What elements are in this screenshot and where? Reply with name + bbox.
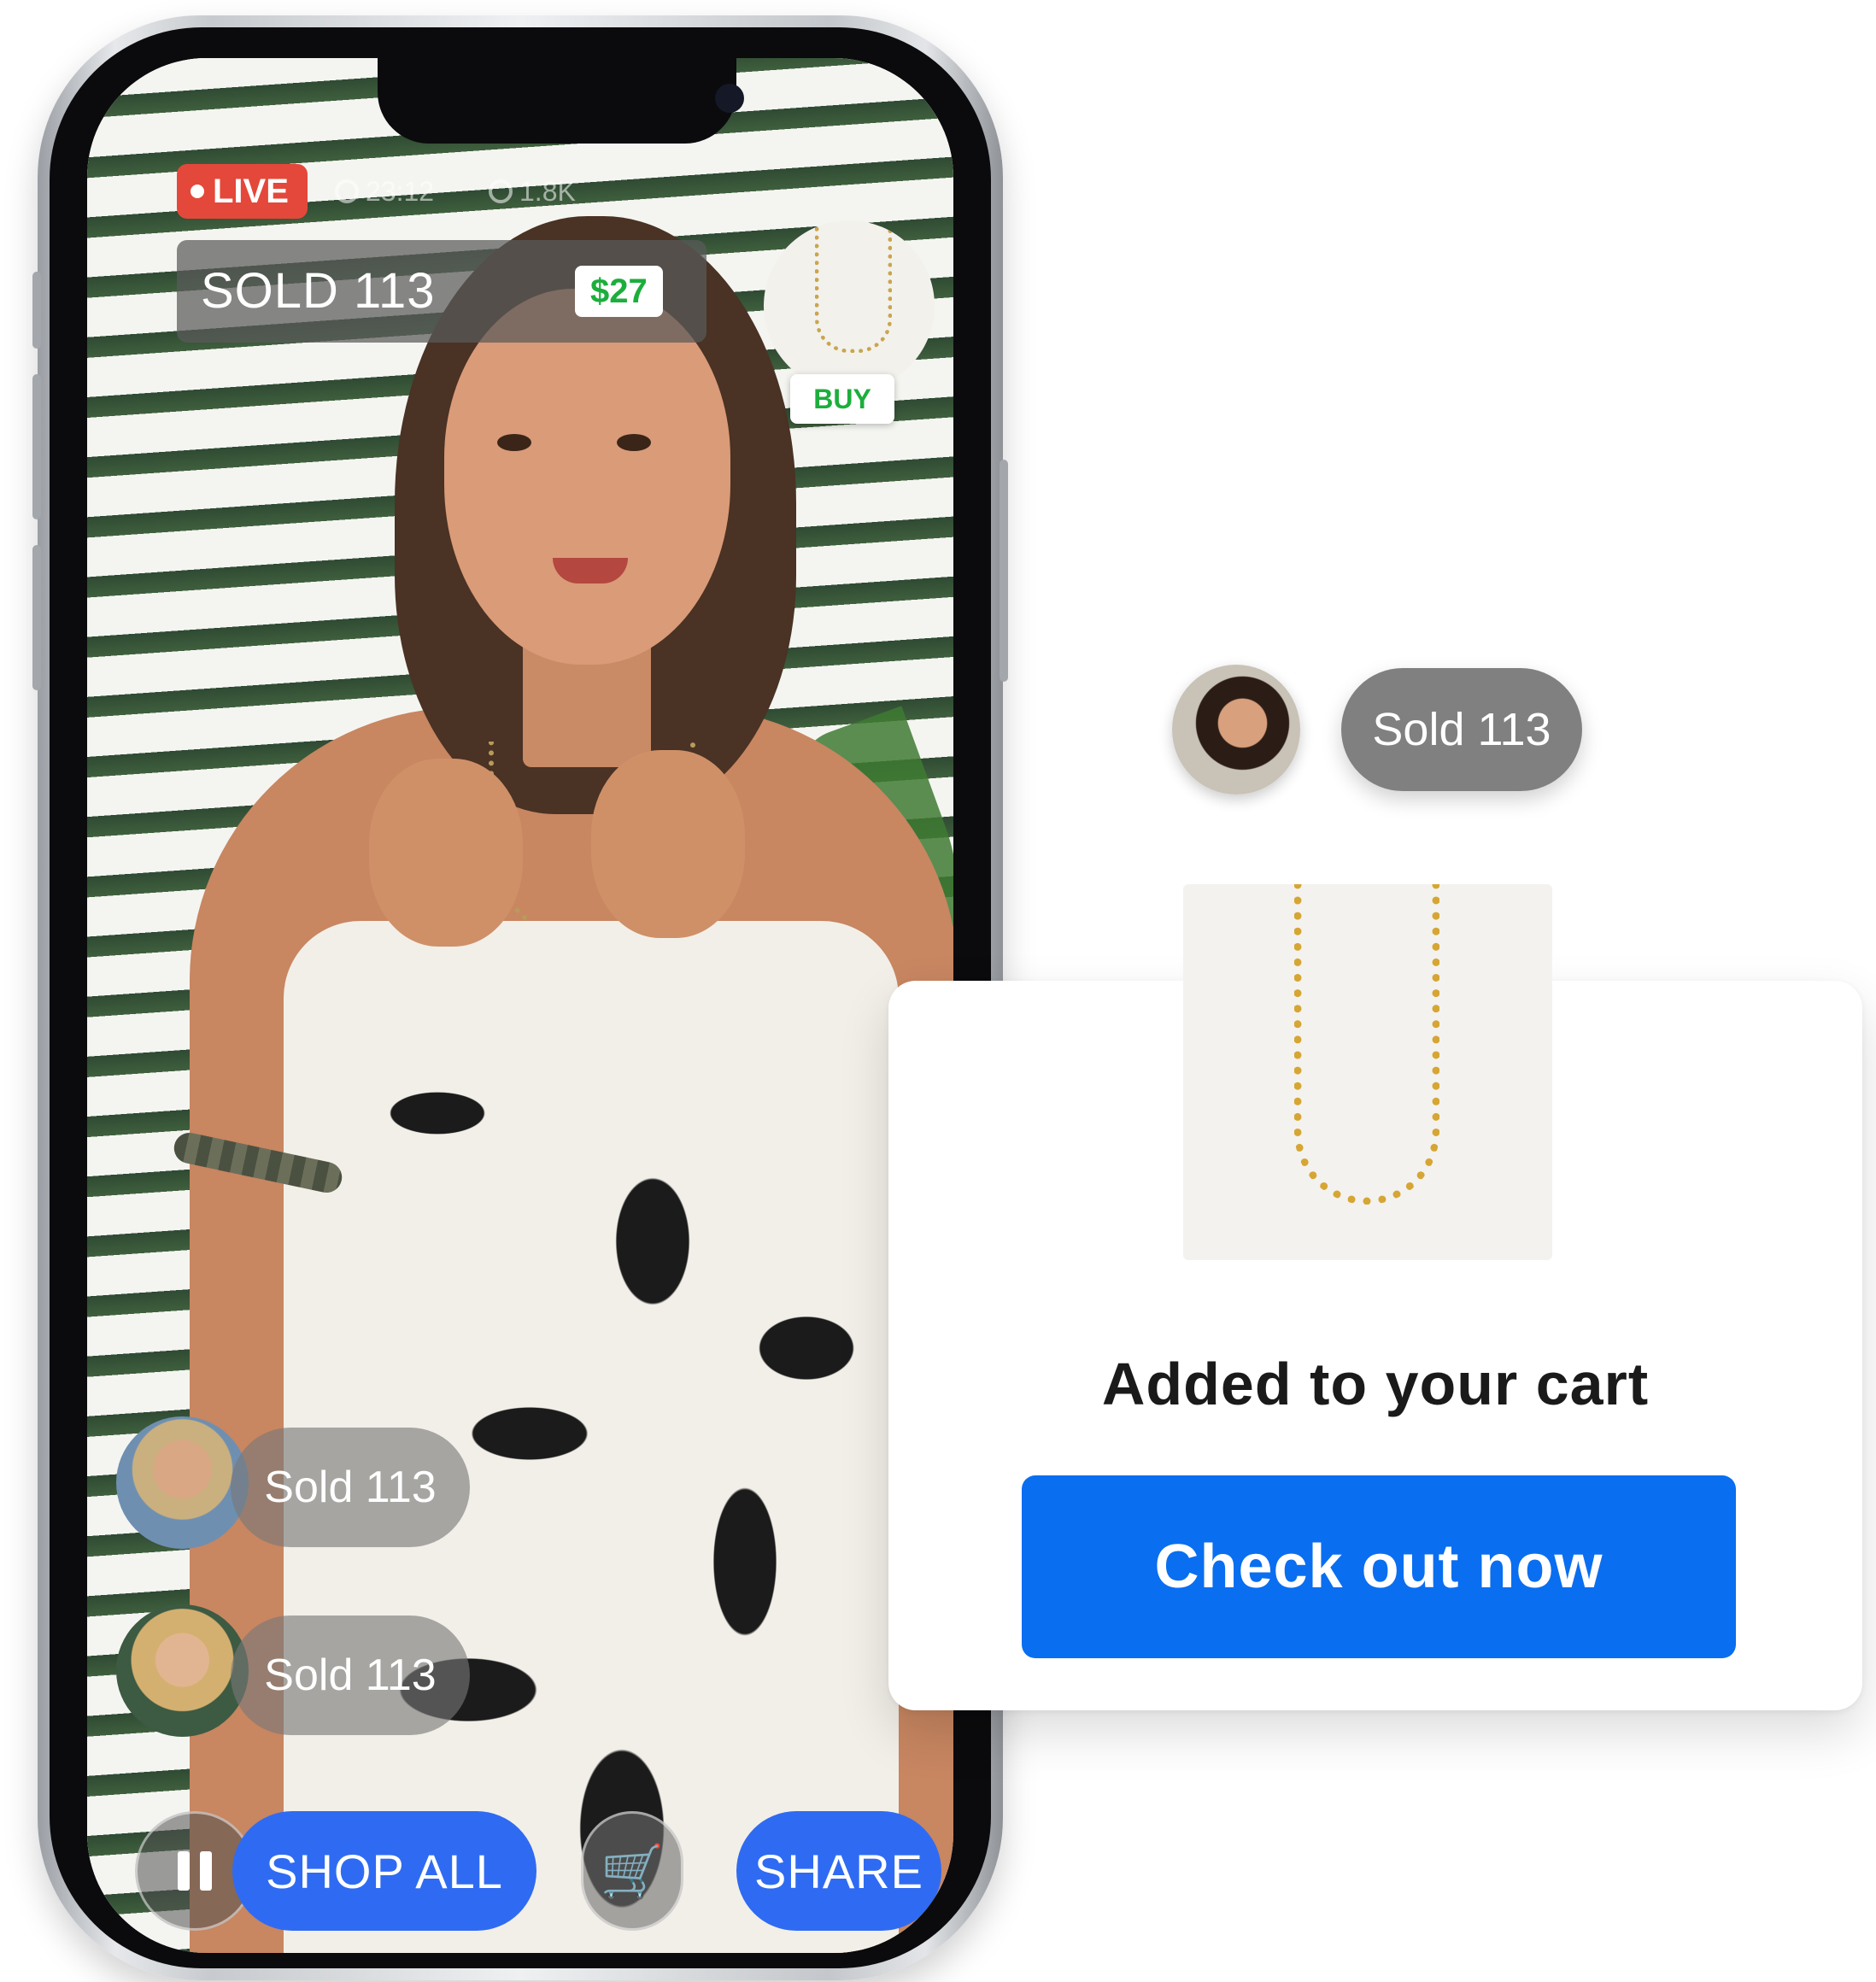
phone-power-button: [1000, 460, 1008, 682]
checkout-button[interactable]: Check out now: [1022, 1475, 1736, 1658]
stream-duration-value: 23:12: [366, 176, 435, 207]
shop-all-button[interactable]: SHOP ALL: [232, 1811, 536, 1931]
phone-side-button: [32, 272, 41, 349]
host-hand: [591, 750, 745, 938]
sold-banner: SOLD 113 $27: [177, 240, 706, 343]
phone-volume-down: [32, 545, 41, 690]
cart-title: Added to your cart: [1101, 1351, 1650, 1417]
featured-product-thumbnail[interactable]: [764, 220, 935, 391]
viewer-count-value: 1.8K: [519, 176, 576, 207]
stream-duration: 23:12: [335, 167, 434, 215]
feed-item-sold: Sold 113: [231, 1428, 470, 1547]
cart-product-image: [1183, 884, 1552, 1260]
live-stream-screen[interactable]: LIVE 23:12 1.8K SOLD 113 $27 BUY Sold 11…: [87, 58, 953, 1953]
pause-icon: [178, 1851, 190, 1891]
price-tag: $27: [575, 266, 663, 317]
buyer-avatar: [116, 1604, 249, 1737]
necklace-image: [1294, 884, 1439, 1205]
cart-icon: 🛒: [600, 1842, 665, 1900]
live-dot-icon: [191, 185, 204, 198]
phone-volume-up: [32, 374, 41, 519]
eye-icon: [489, 179, 513, 203]
cart-button[interactable]: 🛒: [581, 1811, 683, 1931]
buy-button[interactable]: BUY: [790, 374, 894, 424]
feed-item-sold: Sold 113: [231, 1616, 470, 1735]
live-badge: LIVE: [177, 164, 308, 219]
sold-banner-label: SOLD 113: [201, 263, 436, 319]
clock-icon: [335, 179, 359, 203]
phone-frame: LIVE 23:12 1.8K SOLD 113 $27 BUY Sold 11…: [32, 15, 1008, 1980]
pause-icon: [200, 1851, 212, 1891]
host-eye: [497, 434, 531, 451]
host-hand: [369, 759, 523, 947]
buyer-avatar: [116, 1416, 249, 1549]
front-camera: [715, 84, 744, 113]
sold-notification: Sold 113: [1341, 668, 1582, 791]
phone-notch: [378, 58, 744, 144]
buyer-avatar: [1172, 665, 1300, 795]
necklace-image: [815, 220, 892, 353]
share-button[interactable]: SHARE: [736, 1811, 941, 1931]
host-eye: [617, 434, 651, 451]
host-face: [444, 289, 730, 665]
viewer-count: 1.8K: [489, 167, 576, 215]
live-badge-label: LIVE: [213, 173, 289, 210]
